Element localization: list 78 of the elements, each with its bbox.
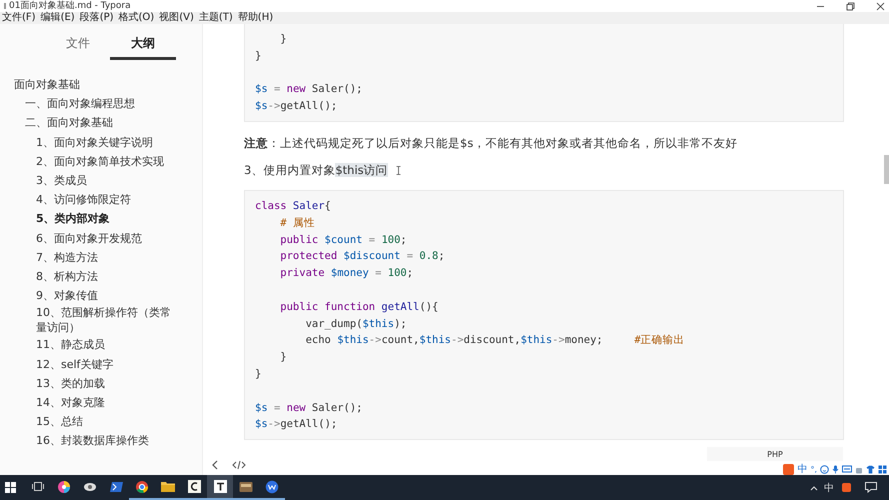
code-line: public function getAll(){	[279, 300, 440, 315]
outline-item[interactable]: 11、静态成员	[36, 337, 105, 352]
outline-item[interactable]: 10、范围解析操作符（类常量访问）	[36, 305, 174, 336]
chevron-up-icon[interactable]	[810, 484, 818, 490]
menu-item[interactable]: 编辑(E)	[40, 12, 75, 24]
menu-item[interactable]: 文件(F)	[2, 12, 36, 24]
code-line: $s = new Saler();	[255, 400, 364, 416]
pinwheel-icon	[57, 480, 71, 494]
grid-icon[interactable]	[878, 464, 887, 474]
code-line: }	[255, 48, 262, 64]
outline-item[interactable]: 2、面向对象简单技术实现	[36, 154, 164, 169]
menu-item[interactable]: 格式(O)	[118, 12, 154, 24]
code-line: }	[279, 32, 288, 47]
code-line: # 属性	[279, 216, 316, 231]
outline-item[interactable]: 16、封装数据库操作类	[36, 433, 149, 448]
code-line: $s->getAll();	[255, 99, 338, 114]
letter-t-icon	[214, 480, 226, 493]
close-icon[interactable]	[876, 2, 885, 10]
code-line: protected $discount = 0.8;	[279, 249, 446, 264]
text-cursor-icon	[396, 166, 401, 176]
outline-item[interactable]: 15、总结	[36, 414, 83, 430]
letter-w-icon	[265, 480, 279, 494]
outline-item[interactable]: 7、构造方法	[36, 250, 98, 265]
input-language-label[interactable]: 中	[824, 480, 834, 494]
menu-item[interactable]: 帮助(H)	[238, 12, 274, 24]
keyboard-icon[interactable]	[842, 465, 852, 473]
eye-icon	[83, 480, 97, 492]
outline-item[interactable]: 6、面向对象开发规范	[36, 230, 142, 246]
punctuation-label[interactable]: °,	[810, 464, 817, 474]
smiley-icon[interactable]	[820, 464, 829, 474]
source-code-icon[interactable]	[232, 460, 246, 470]
window-title: 01面向对象基础.md - Typora	[9, 0, 131, 12]
menu-item[interactable]: 视图(V)	[159, 12, 194, 24]
sidebar-tab[interactable]: 文件	[46, 35, 110, 60]
code-line: $s = new Saler();	[255, 82, 364, 98]
outline-item[interactable]: 1、面向对象关键字说明	[36, 134, 153, 150]
box-icon	[239, 480, 253, 492]
outline-item[interactable]: 5、类内部对象	[36, 211, 110, 226]
sogou-logo-icon	[783, 464, 794, 474]
code-line: class Saler{	[255, 198, 332, 214]
outline-item[interactable]: 一、面向对象编程思想	[25, 96, 135, 112]
outline-item[interactable]: 二、面向对象基础	[25, 115, 113, 130]
outline-item[interactable]: 3、类成员	[36, 173, 87, 188]
outline-item[interactable]: 13、类的加载	[36, 376, 105, 391]
letter-c-icon	[188, 480, 200, 493]
code-line: echo $this->count,$this->discount,$this->money; #正确输出	[304, 333, 686, 348]
code-line: }	[255, 366, 262, 382]
menu-item[interactable]: 主题(T)	[198, 12, 233, 24]
code-line: }	[279, 350, 288, 366]
code-line: var_dump($this);	[304, 316, 408, 332]
restore-icon[interactable]	[846, 2, 855, 10]
menu-item[interactable]: 段落(P)	[80, 12, 114, 24]
folder-icon	[161, 480, 175, 492]
task-view-icon	[32, 481, 44, 492]
outline-item[interactable]: 4、访问修饰限定符	[36, 192, 131, 208]
sogou-tray-icon[interactable]	[842, 483, 851, 492]
taskbar-app[interactable]	[207, 475, 233, 500]
outline-item[interactable]: 9、对象传值	[36, 288, 98, 304]
code-line: private $money = 100;	[279, 266, 414, 282]
outline-item[interactable]: 面向对象基础	[14, 77, 80, 92]
microphone-icon[interactable]	[832, 464, 839, 474]
notification-icon[interactable]	[865, 482, 877, 493]
note-paragraph: 注意：上述代码规定死了以后对象只能是$s，不能有其他对象或者其他命名，所以非常不友好	[244, 134, 738, 152]
outline-item[interactable]: 14、对象克隆	[36, 394, 105, 410]
code-line: public $count = 100;	[279, 232, 408, 248]
list-heading: 3、使用内置对象$this访问	[244, 163, 388, 178]
browser-icon	[135, 480, 149, 494]
back-icon[interactable]	[211, 460, 219, 470]
shirt-icon[interactable]	[866, 464, 875, 474]
code-line: $s->getAll();	[255, 417, 338, 432]
sidebar-tab[interactable]: 大纲	[110, 35, 176, 60]
outline-item[interactable]: 8、析构方法	[36, 268, 98, 284]
scrollbar-thumb[interactable]	[884, 155, 889, 184]
windows-logo-icon[interactable]	[5, 482, 16, 493]
language-label[interactable]: PHP	[707, 447, 843, 462]
terminal-icon	[110, 480, 122, 492]
outline-item[interactable]: 12、self关键字	[36, 356, 114, 372]
input-mode-label[interactable]: 中	[797, 464, 808, 474]
